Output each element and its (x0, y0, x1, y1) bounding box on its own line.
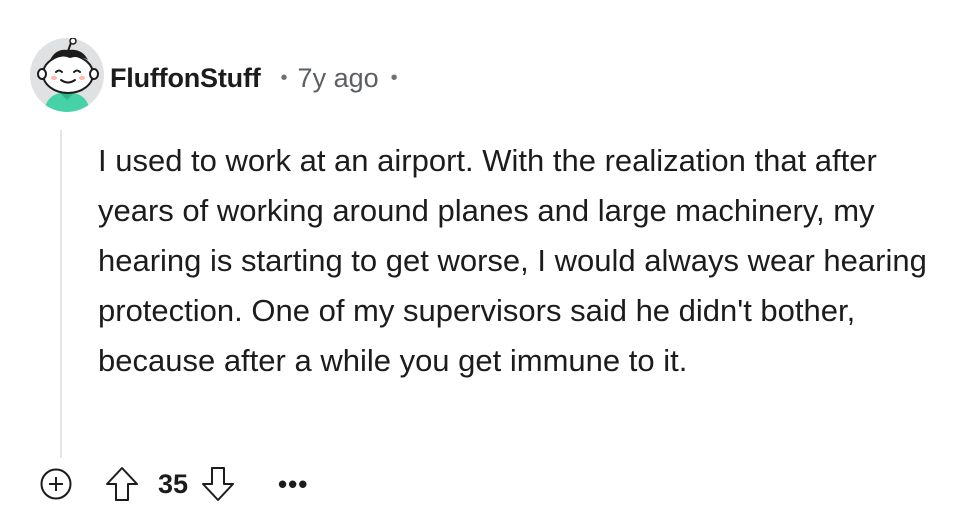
upvote-button[interactable] (100, 463, 144, 505)
username-link[interactable]: FluffonStuff (110, 63, 261, 94)
snoo-avatar-icon (30, 37, 104, 112)
comment-age[interactable]: 7y ago (298, 63, 379, 94)
separator-dot: • (390, 67, 398, 89)
plus-circle-icon (40, 468, 72, 500)
comment-actions: 35 ••• (38, 463, 308, 505)
separator-dot: • (280, 67, 288, 89)
more-options-button[interactable]: ••• (278, 463, 308, 505)
arrow-down-icon (202, 467, 235, 501)
avatar[interactable] (30, 37, 104, 112)
arrow-up-icon (106, 467, 138, 501)
vote-score: 35 (158, 468, 189, 499)
expand-button[interactable] (38, 466, 74, 502)
ellipsis-icon: ••• (278, 468, 309, 499)
comment-body: I used to work at an airport. With the r… (98, 143, 927, 378)
downvote-button[interactable] (196, 463, 240, 505)
thread-line[interactable] (60, 130, 62, 458)
comment-header: FluffonStuff • 7y ago • (110, 58, 398, 98)
